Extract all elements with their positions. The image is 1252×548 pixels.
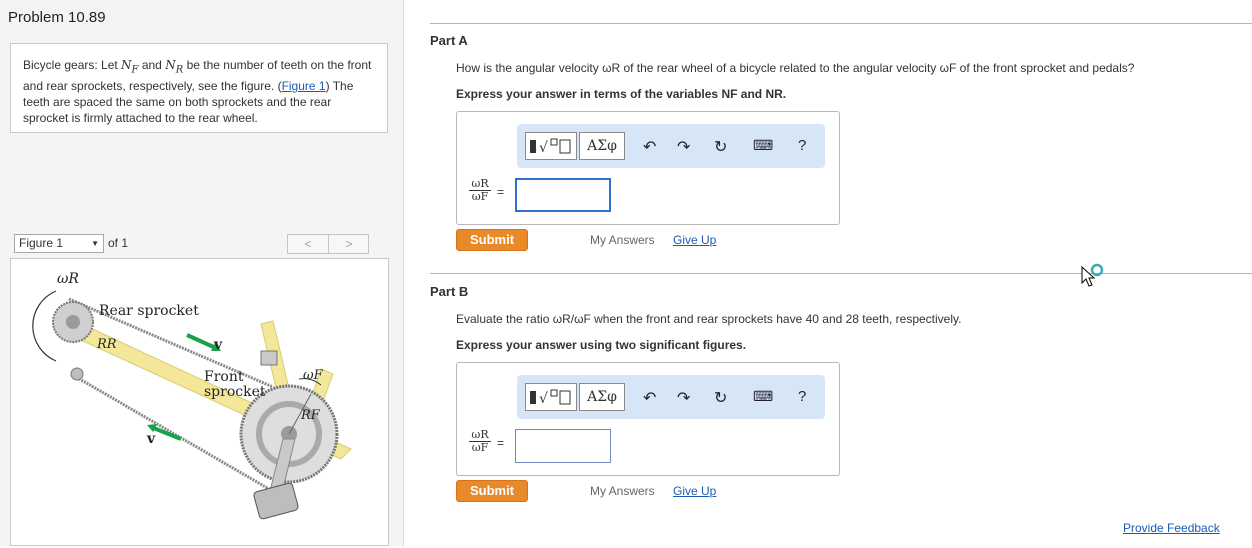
part-a-instruction: Express your answer in terms of the vari… — [456, 87, 787, 101]
pedal — [253, 482, 299, 520]
label-front-line2: sprocket — [204, 384, 266, 400]
part-a-answer-box: √ ΑΣφ ↶ ↷ ↻ ⌨ ? ωR ωF = — [456, 111, 840, 225]
previous-figure-button[interactable]: < — [288, 235, 329, 253]
redo-icon[interactable]: ↷ — [677, 388, 690, 408]
reset-icon[interactable]: ↻ — [714, 137, 727, 157]
part-b-give-up-link[interactable]: Give Up — [673, 484, 716, 498]
svg-text:√: √ — [539, 391, 548, 407]
label-front-line1: Front — [204, 369, 244, 385]
provide-feedback-link[interactable]: Provide Feedback — [1123, 521, 1220, 535]
part-a-question: How is the angular velocity ωR of the re… — [456, 61, 1135, 75]
problem-text-and: and — [138, 58, 166, 72]
label-rr: RR — [96, 337, 117, 352]
ratio-label: ωR ωF — [469, 429, 491, 454]
derailleur-pulley — [70, 367, 84, 381]
help-icon[interactable]: ? — [798, 388, 806, 405]
problem-text-intro: Bicycle gears: Let — [23, 58, 122, 72]
figure-count: of 1 — [108, 236, 129, 250]
problem-statement: Bicycle gears: Let NF and NR be the numb… — [10, 43, 388, 133]
reset-icon[interactable]: ↻ — [714, 388, 727, 408]
ratio-denominator: ωF — [471, 441, 489, 454]
part-a-submit-button[interactable]: Submit — [456, 229, 528, 251]
part-a-divider — [430, 23, 1252, 24]
figure-select-value: Figure 1 — [19, 236, 64, 250]
equals-sign: = — [497, 185, 505, 199]
svg-text:√: √ — [539, 140, 548, 156]
symbol-nr: NR — [165, 58, 184, 76]
figure-panel: ωR Rear sprocket RR v Front sprocket ωF … — [10, 258, 389, 546]
templates-icon: √ — [530, 138, 571, 156]
templates-button[interactable]: √ — [525, 383, 577, 411]
next-figure-button[interactable]: > — [329, 235, 369, 253]
label-omega-r: ωR — [57, 271, 79, 287]
part-b-answer-input[interactable] — [515, 429, 611, 463]
templates-button[interactable]: √ — [525, 132, 577, 160]
greek-symbols-button[interactable]: ΑΣφ — [579, 132, 625, 160]
undo-icon[interactable]: ↶ — [643, 137, 656, 157]
symbol-nf: NF — [121, 58, 139, 76]
undo-icon[interactable]: ↶ — [643, 388, 656, 408]
part-b-divider — [430, 273, 1252, 274]
ratio-denominator: ωF — [471, 190, 489, 203]
label-v-top: v — [213, 337, 223, 353]
label-omega-f: ωF — [303, 368, 324, 383]
problem-title: Problem 10.89 — [8, 9, 106, 26]
label-rear-sprocket: Rear sprocket — [99, 303, 199, 319]
figure-link[interactable]: Figure 1 — [282, 79, 326, 93]
equals-sign: = — [497, 436, 505, 450]
keyboard-icon[interactable]: ⌨ — [753, 137, 773, 154]
part-b-question: Evaluate the ratio ωR/ωF when the front … — [456, 312, 962, 326]
part-b-label: Part B — [430, 284, 469, 299]
part-b-answer-box: √ ΑΣφ ↶ ↷ ↻ ⌨ ? ωR ωF = — [456, 362, 840, 476]
part-a-answer-input[interactable] — [515, 178, 611, 212]
part-b-instruction: Express your answer using two significan… — [456, 338, 747, 352]
redo-icon[interactable]: ↷ — [677, 137, 690, 157]
figure-select[interactable]: Figure 1 ▼ — [14, 234, 104, 253]
rear-hub — [66, 315, 80, 329]
part-b-submit-button[interactable]: Submit — [456, 480, 528, 502]
part-a-give-up-link[interactable]: Give Up — [673, 233, 716, 247]
greek-symbols-button[interactable]: ΑΣφ — [579, 383, 625, 411]
help-icon[interactable]: ? — [798, 137, 806, 154]
templates-icon: √ — [530, 389, 571, 407]
keyboard-icon[interactable]: ⌨ — [753, 388, 773, 405]
part-a-my-answers-link[interactable]: My Answers — [590, 233, 655, 247]
math-toolbar: √ ΑΣφ ↶ ↷ ↻ ⌨ ? — [517, 375, 825, 419]
chevron-down-icon: ▼ — [91, 239, 99, 248]
bicycle-gears-figure: ωR Rear sprocket RR v Front sprocket ωF … — [32, 271, 352, 520]
math-toolbar: √ ΑΣφ ↶ ↷ ↻ ⌨ ? — [517, 124, 825, 168]
part-b-my-answers-link[interactable]: My Answers — [590, 484, 655, 498]
mouse-cursor-icon — [1081, 263, 1104, 287]
figure-pager: < > — [287, 234, 369, 254]
label-v-bottom: v — [146, 431, 156, 447]
ratio-label: ωR ωF — [469, 178, 491, 203]
part-a-label: Part A — [430, 33, 468, 48]
label-rf: RF — [300, 408, 321, 423]
seat-clamp — [260, 350, 278, 366]
